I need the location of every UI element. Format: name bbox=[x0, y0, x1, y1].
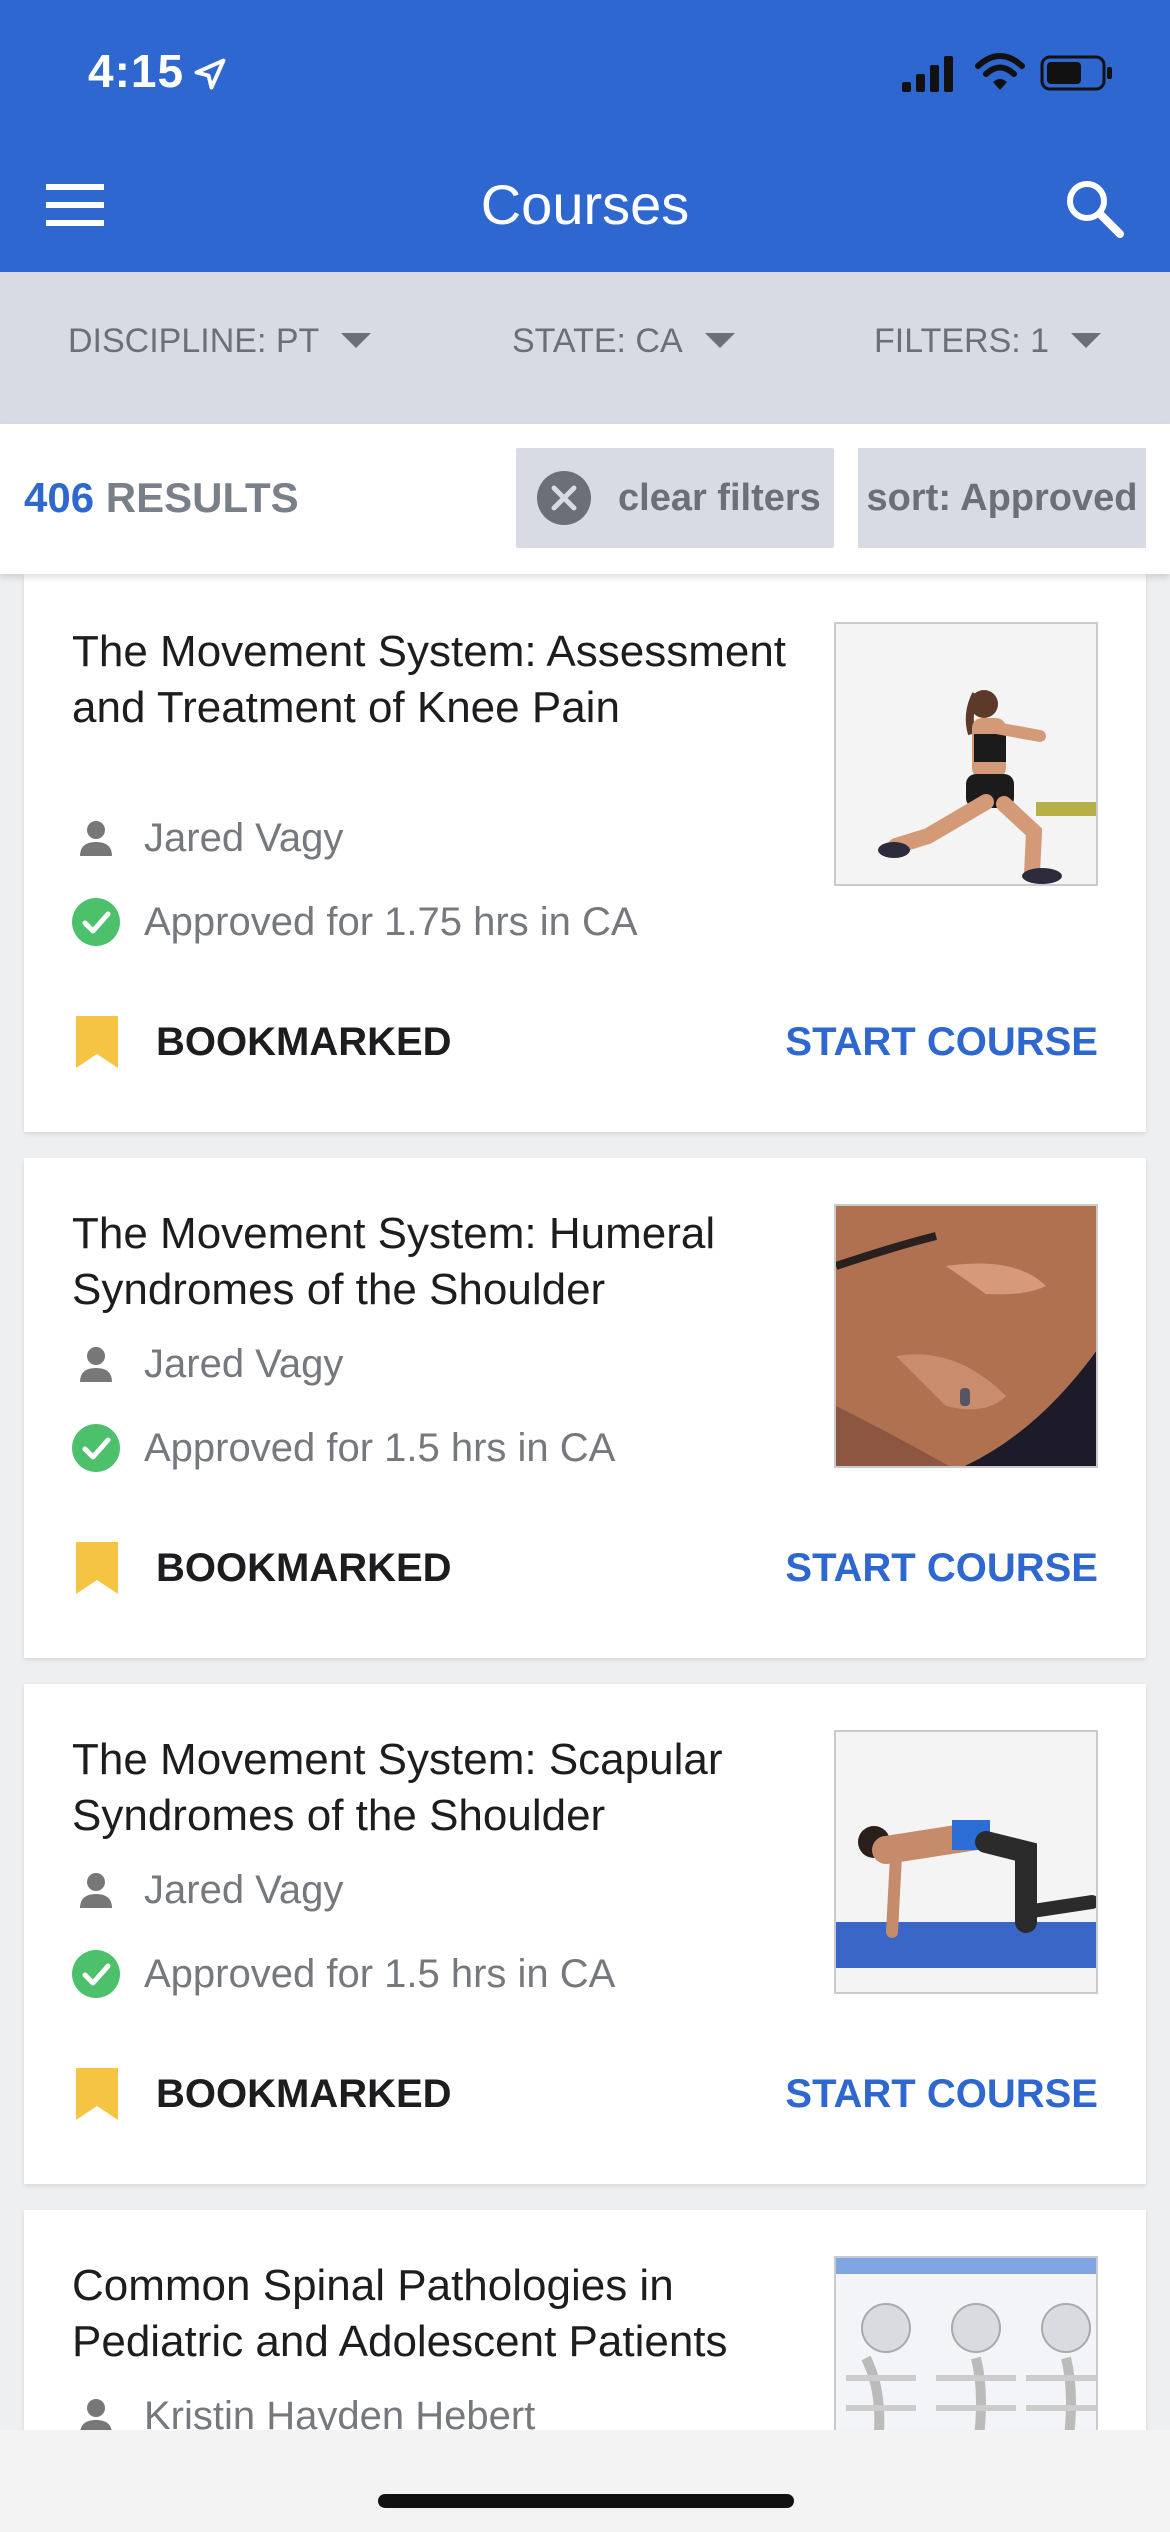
course-card[interactable]: The Movement System: Assessment and Trea… bbox=[24, 574, 1146, 1132]
course-title[interactable]: The Movement System: Humeral Syndromes o… bbox=[72, 1206, 812, 1318]
course-thumbnail[interactable] bbox=[834, 622, 1098, 886]
course-title[interactable]: The Movement System: Assessment and Trea… bbox=[72, 624, 812, 736]
person-icon bbox=[80, 821, 112, 856]
chevron-down-icon bbox=[1071, 332, 1102, 348]
author-row: Jared Vagy bbox=[72, 814, 343, 862]
course-card[interactable]: Common Spinal Pathologies in Pediatric a… bbox=[24, 2210, 1146, 2430]
bookmark-toggle[interactable]: BOOKMARKED bbox=[74, 1014, 452, 1070]
clear-filters-label: clear filters bbox=[618, 476, 821, 519]
person-icon bbox=[80, 1873, 112, 1908]
filters-dropdown[interactable]: FILTERS: 1 bbox=[874, 322, 1102, 361]
course-thumbnail[interactable] bbox=[834, 2256, 1098, 2430]
author-name: Jared Vagy bbox=[144, 1867, 344, 1912]
author-name: Kristin Hayden Hebert bbox=[144, 2393, 536, 2431]
course-list[interactable]: The Movement System: Assessment and Trea… bbox=[0, 574, 1170, 2430]
bookmark-label: BOOKMARKED bbox=[156, 2071, 452, 2116]
results-count: 406 RESULTS bbox=[24, 474, 299, 522]
approval-text: Approved for 1.75 hrs in CA bbox=[144, 899, 638, 944]
search-icon[interactable] bbox=[1064, 178, 1124, 238]
check-circle-icon bbox=[72, 1950, 120, 1998]
approval-text: Approved for 1.5 hrs in CA bbox=[144, 1425, 616, 1470]
wifi-icon bbox=[975, 53, 1025, 90]
state-label: STATE: CA bbox=[512, 322, 683, 360]
app-header: 4:15 Courses bbox=[0, 0, 1170, 272]
battery-icon bbox=[1040, 55, 1112, 91]
course-title[interactable]: Common Spinal Pathologies in Pediatric a… bbox=[72, 2258, 812, 2370]
course-thumbnail[interactable] bbox=[834, 1204, 1098, 1468]
home-area bbox=[0, 2430, 1170, 2532]
author-name: Jared Vagy bbox=[144, 1341, 344, 1386]
course-thumbnail[interactable] bbox=[834, 1730, 1098, 1994]
check-circle-icon bbox=[72, 1424, 120, 1472]
bookmark-icon bbox=[76, 1016, 118, 1068]
bookmark-label: BOOKMARKED bbox=[156, 1019, 452, 1064]
shoulder-exam-image bbox=[836, 1206, 1096, 1466]
sort-button[interactable]: sort: Approved bbox=[858, 448, 1146, 548]
start-course-button[interactable]: START COURSE bbox=[785, 1546, 1098, 1591]
bookmark-toggle[interactable]: BOOKMARKED bbox=[74, 1540, 452, 1596]
chevron-down-icon bbox=[704, 332, 735, 348]
bookmark-icon bbox=[76, 2068, 118, 2120]
start-course-button[interactable]: START COURSE bbox=[785, 2072, 1098, 2117]
page-title: Courses bbox=[480, 173, 690, 236]
start-course-button[interactable]: START COURSE bbox=[785, 1020, 1098, 1065]
bookmark-toggle[interactable]: BOOKMARKED bbox=[74, 2066, 452, 2122]
clear-x-icon bbox=[537, 471, 591, 525]
check-circle-icon bbox=[72, 898, 120, 946]
clear-filters-button[interactable]: clear filters bbox=[516, 448, 834, 548]
location-arrow-icon bbox=[194, 58, 226, 90]
author-row: Jared Vagy bbox=[72, 1340, 343, 1388]
spine-skeleton-image bbox=[836, 2258, 1096, 2430]
discipline-dropdown[interactable]: DISCIPLINE: PT bbox=[68, 322, 372, 361]
author-row: Jared Vagy bbox=[72, 1866, 343, 1914]
approval-text: Approved for 1.5 hrs in CA bbox=[144, 1951, 616, 1996]
signal-icon bbox=[902, 56, 953, 92]
author-row: Kristin Hayden Hebert bbox=[72, 2392, 535, 2430]
results-number: 406 bbox=[24, 474, 95, 521]
bookmark-icon bbox=[76, 1542, 118, 1594]
status-bar: 4:15 bbox=[0, 0, 1170, 150]
person-icon bbox=[80, 2399, 112, 2430]
home-indicator[interactable] bbox=[378, 2494, 794, 2508]
lunge-exercise-image bbox=[836, 624, 1096, 884]
author-name: Jared Vagy bbox=[144, 815, 344, 860]
bookmark-label: BOOKMARKED bbox=[156, 1545, 452, 1590]
filter-bar: DISCIPLINE: PT STATE: CA FILTERS: 1 bbox=[0, 272, 1170, 424]
approval-row: Approved for 1.5 hrs in CA bbox=[72, 1424, 615, 1472]
state-dropdown[interactable]: STATE: CA bbox=[512, 322, 735, 361]
chevron-down-icon bbox=[341, 332, 372, 348]
person-icon bbox=[80, 1347, 112, 1382]
course-title[interactable]: The Movement System: Scapular Syndromes … bbox=[72, 1732, 812, 1844]
approval-row: Approved for 1.75 hrs in CA bbox=[72, 898, 638, 946]
course-card[interactable]: The Movement System: Scapular Syndromes … bbox=[24, 1684, 1146, 2184]
discipline-label: DISCIPLINE: PT bbox=[68, 322, 320, 360]
status-time: 4:15 bbox=[88, 45, 185, 97]
sort-label: sort: Approved bbox=[866, 476, 1138, 519]
filters-label: FILTERS: 1 bbox=[874, 322, 1050, 360]
approval-row: Approved for 1.5 hrs in CA bbox=[72, 1950, 615, 1998]
results-bar: 406 RESULTS clear filters sort: Approved bbox=[0, 424, 1170, 574]
course-card[interactable]: The Movement System: Humeral Syndromes o… bbox=[24, 1158, 1146, 1658]
quadruped-exercise-image bbox=[836, 1732, 1096, 1992]
results-word: RESULTS bbox=[105, 474, 299, 521]
